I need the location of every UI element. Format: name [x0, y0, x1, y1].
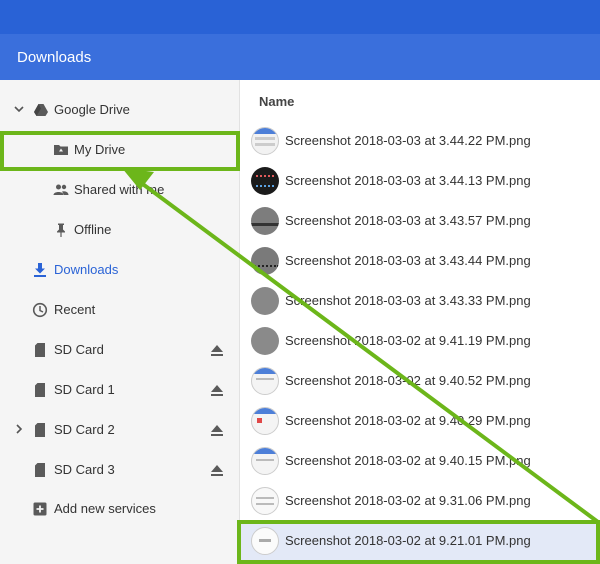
file-name: Screenshot 2018-03-03 at 3.43.44 PM.png	[285, 253, 531, 268]
image-thumbnail	[251, 447, 279, 475]
file-name: Screenshot 2018-03-02 at 9.40.52 PM.png	[285, 373, 531, 388]
sidebar-item-label: Offline	[74, 222, 112, 237]
file-row[interactable]: Screenshot 2018-03-03 at 3.43.33 PM.png	[241, 281, 600, 321]
sidebar-item-label: Google Drive	[54, 102, 130, 117]
file-row[interactable]: Screenshot 2018-03-02 at 9.40.29 PM.png	[241, 401, 600, 441]
image-thumbnail	[251, 367, 279, 395]
sidebar-item-add-new-services[interactable]: Add new services	[0, 489, 240, 529]
sidebar-item-sd-card-2[interactable]: SD Card 2	[0, 410, 240, 450]
page-title: Downloads	[0, 34, 600, 80]
sidebar-item-google-drive[interactable]: Google Drive	[0, 90, 240, 130]
sidebar-item-sd-card[interactable]: SD Card	[0, 330, 240, 370]
sidebar-item-label: Recent	[54, 302, 96, 317]
add-box-icon	[33, 502, 47, 516]
chevron-down-icon[interactable]	[13, 103, 25, 115]
image-thumbnail	[251, 487, 279, 515]
sidebar-item-label: SD Card 1	[54, 382, 115, 397]
image-thumbnail	[251, 287, 279, 315]
file-list: Name Screenshot 2018-03-03 at 3.44.22 PM…	[241, 80, 600, 564]
sidebar-item-label: Downloads	[54, 262, 119, 277]
sidebar-item-label: SD Card	[54, 342, 104, 357]
column-header-name[interactable]: Name	[259, 94, 294, 109]
top-bar	[0, 0, 600, 34]
image-thumbnail	[251, 407, 279, 435]
file-row[interactable]: Screenshot 2018-03-03 at 3.43.44 PM.png	[241, 241, 600, 281]
pin-icon	[57, 223, 65, 237]
file-row[interactable]: Screenshot 2018-03-02 at 9.40.52 PM.png	[241, 361, 600, 401]
clock-icon	[32, 302, 48, 318]
sidebar-item-offline[interactable]: Offline	[0, 210, 240, 250]
file-row[interactable]: Screenshot 2018-03-02 at 9.41.19 PM.png	[241, 321, 600, 361]
sidebar-item-sd-card-3[interactable]: SD Card 3	[0, 450, 240, 490]
eject-icon[interactable]	[210, 464, 224, 477]
file-name: Screenshot 2018-03-02 at 9.40.29 PM.png	[285, 413, 531, 428]
sidebar-item-recent[interactable]: Recent	[0, 290, 240, 330]
sidebar-item-label: Shared with me	[74, 182, 165, 197]
file-name: Screenshot 2018-03-03 at 3.44.13 PM.png	[285, 173, 531, 188]
file-name: Screenshot 2018-03-02 at 9.41.19 PM.png	[285, 333, 531, 348]
file-name: Screenshot 2018-03-02 at 9.31.06 PM.png	[285, 493, 531, 508]
image-thumbnail	[251, 207, 279, 235]
sidebar-item-sd-card-1[interactable]: SD Card 1	[0, 370, 240, 410]
sidebar-item-label: Add new services	[54, 501, 156, 516]
people-icon	[53, 184, 69, 195]
sidebar-item-label: SD Card 2	[54, 422, 115, 437]
file-row[interactable]: Screenshot 2018-03-03 at 3.44.22 PM.png	[241, 121, 600, 161]
image-thumbnail	[251, 127, 279, 155]
chevron-right-icon[interactable]	[13, 423, 25, 435]
file-name: Screenshot 2018-03-03 at 3.43.33 PM.png	[285, 293, 531, 308]
sd-card-icon	[35, 343, 45, 357]
download-icon	[34, 263, 46, 277]
image-thumbnail	[251, 167, 279, 195]
image-thumbnail	[251, 327, 279, 355]
sidebar-item-downloads[interactable]: Downloads	[0, 250, 240, 290]
sd-card-icon	[35, 463, 45, 477]
file-name: Screenshot 2018-03-03 at 3.43.57 PM.png	[285, 213, 531, 228]
file-name: Screenshot 2018-03-03 at 3.44.22 PM.png	[285, 133, 531, 148]
file-row[interactable]: Screenshot 2018-03-03 at 3.44.13 PM.png	[241, 161, 600, 201]
file-row[interactable]: Screenshot 2018-03-03 at 3.43.57 PM.png	[241, 201, 600, 241]
eject-icon[interactable]	[210, 384, 224, 397]
file-row[interactable]: Screenshot 2018-03-02 at 9.40.15 PM.png	[241, 441, 600, 481]
eject-icon[interactable]	[210, 344, 224, 357]
file-name: Screenshot 2018-03-02 at 9.40.15 PM.png	[285, 453, 531, 468]
my-drive-highlight	[0, 131, 240, 171]
google-drive-icon	[34, 104, 48, 116]
file-row[interactable]: Screenshot 2018-03-02 at 9.31.06 PM.png	[241, 481, 600, 521]
sidebar-item-label: SD Card 3	[54, 462, 115, 477]
image-thumbnail	[251, 247, 279, 275]
sidebar-item-shared-with-me[interactable]: Shared with me	[0, 170, 240, 210]
sd-card-icon	[35, 423, 45, 437]
eject-icon[interactable]	[210, 424, 224, 437]
sd-card-icon	[35, 383, 45, 397]
selected-file-highlight	[237, 520, 600, 564]
